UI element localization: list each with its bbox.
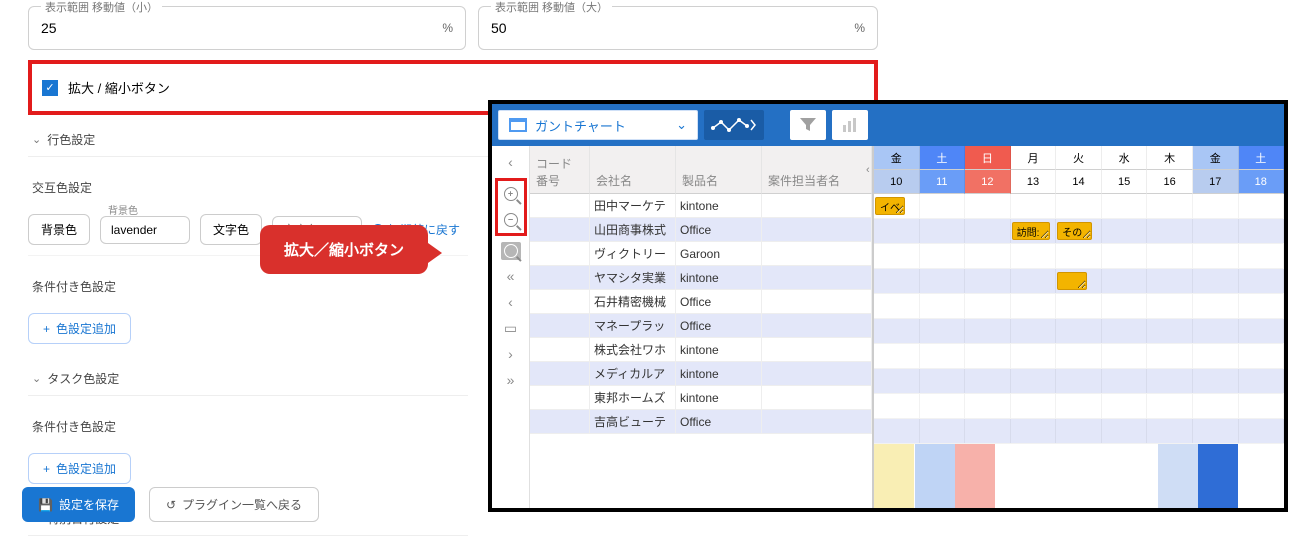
calendar-row[interactable] [874,344,1284,369]
calendar-row[interactable] [874,319,1284,344]
table-row[interactable]: 東邦ホームズkintone [530,386,872,410]
col-index[interactable]: コード番号 [530,146,590,194]
calendar-row[interactable] [874,294,1284,319]
day-name-cell: 木 [1147,146,1193,170]
day-name-cell: 土 [920,146,966,170]
fg-color-chip[interactable]: 文字色 [200,214,262,245]
table-row[interactable]: 石井精密機械Office [530,290,872,314]
day-num-cell: 14 [1056,170,1102,194]
day-num-cell: 16 [1147,170,1193,194]
task-bar[interactable]: 訪問: [1012,222,1050,240]
task-bar[interactable] [1057,272,1087,290]
day-name-cell: 日 [965,146,1011,170]
bar-chart-button[interactable] [832,110,868,140]
table-row[interactable]: マネープラッOffice [530,314,872,338]
task-bar[interactable]: イベ [875,197,905,215]
day-num-cell: 15 [1102,170,1148,194]
zoom-toggle-label: 拡大 / 縮小ボタン [68,78,170,97]
zoom-out-button[interactable]: − [501,210,521,230]
gantt-calendar: ‹ 金土日月火水木金土 101112131415161718 イベ訪問:その [872,146,1284,508]
nav-left-icon[interactable]: ‹ [501,152,521,172]
percent-sign: % [442,21,453,35]
today-icon[interactable]: ▭ [501,318,521,338]
scroll-small-label: 表示範囲 移動値（小） [41,0,162,15]
calendar-row[interactable] [874,244,1284,269]
table-row[interactable]: ヤマシタ実業kintone [530,266,872,290]
table-row[interactable]: 株式会社ワホkintone [530,338,872,362]
scroll-small-field[interactable]: 表示範囲 移動値（小） % [28,6,466,50]
bg-color-chip[interactable]: 背景色 [28,214,90,245]
save-button[interactable]: 💾 設定を保存 [22,487,135,522]
plus-icon: + [43,462,50,476]
day-num-cell: 13 [1011,170,1057,194]
bg-color-input-wrap: 背景色 [100,216,190,244]
day-num-cell: 10 [874,170,920,194]
fit-button[interactable] [501,242,521,260]
line-chart-button[interactable] [704,110,764,140]
table-row[interactable]: ヴィクトリーGaroon [530,242,872,266]
add-color-button-2[interactable]: + 色設定追加 [28,453,131,484]
day-name-cell: 土 [1239,146,1285,170]
gantt-toolbar: ガントチャート ⌄ [492,104,1284,146]
table-row[interactable]: 山田商事株式Office [530,218,872,242]
gantt-table: コード番号 会社名 製品名 案件担当者名 田中マーケテkintone山田商事株式… [530,146,872,508]
chevron-down-icon: ⌄ [32,372,41,385]
callout-zoom-buttons: 拡大／縮小ボタン [260,225,428,274]
calendar-row[interactable]: 訪問: その [874,219,1284,244]
chart-type-dropdown[interactable]: ガントチャート ⌄ [498,110,698,140]
back-button[interactable]: ↺ プラグイン一覧へ戻る [149,487,319,522]
add-color-button[interactable]: + 色設定追加 [28,313,131,344]
scroll-large-label: 表示範囲 移動値（大） [491,0,612,15]
plus-icon: + [43,322,50,336]
nav-first-icon[interactable]: « [501,266,521,286]
day-name-cell: 火 [1056,146,1102,170]
calendar-row[interactable] [874,269,1284,294]
day-num-cell: 17 [1193,170,1239,194]
chevron-down-icon: ⌄ [676,117,687,133]
bg-color-input[interactable] [100,216,190,244]
cond-color-title-2: 条件付き色設定 [28,410,468,443]
nav-prev-icon[interactable]: ‹ [501,292,521,312]
table-row[interactable]: 田中マーケテkintone [530,194,872,218]
gantt-icon [509,118,527,132]
calendar-row[interactable] [874,369,1284,394]
table-row[interactable]: メディカルアkintone [530,362,872,386]
zoom-toggle-checkbox[interactable]: ✓ [42,80,58,96]
col-pic[interactable]: 案件担当者名 [762,146,872,194]
table-row[interactable]: 吉高ビューテOffice [530,410,872,434]
calendar-row[interactable] [874,394,1284,419]
day-num-cell: 11 [920,170,966,194]
day-name-cell: 水 [1102,146,1148,170]
chevron-down-icon: ⌄ [32,133,41,146]
calendar-row[interactable]: イベ [874,194,1284,219]
day-name-cell: 金 [874,146,920,170]
col-company[interactable]: 会社名 [590,146,676,194]
back-icon: ↺ [166,498,176,512]
zoom-in-button[interactable]: + [501,184,521,204]
section-task-color[interactable]: ⌄ タスク色設定 [28,362,468,396]
task-bar[interactable]: その [1057,222,1092,240]
gantt-nav-col: ‹ + − « ‹ ▭ › » [492,146,530,508]
zoom-buttons-highlight: + − [495,178,527,236]
filter-button[interactable] [790,110,826,140]
gantt-panel: ガントチャート ⌄ ‹ + − « ‹ ▭ › » [488,100,1288,512]
day-name-cell: 金 [1193,146,1239,170]
day-name-cell: 月 [1011,146,1057,170]
save-icon: 💾 [38,498,53,512]
day-num-cell: 18 [1239,170,1285,194]
nav-last-icon[interactable]: » [501,370,521,390]
nav-next-icon[interactable]: › [501,344,521,364]
scroll-large-field[interactable]: 表示範囲 移動値（大） % [478,6,878,50]
calendar-row[interactable] [874,419,1284,444]
percent-sign: % [854,21,865,35]
scroll-left-icon[interactable]: ‹ [866,164,870,176]
col-product[interactable]: 製品名 [676,146,762,194]
cond-color-title: 条件付き色設定 [28,270,468,303]
day-num-cell: 12 [965,170,1011,194]
